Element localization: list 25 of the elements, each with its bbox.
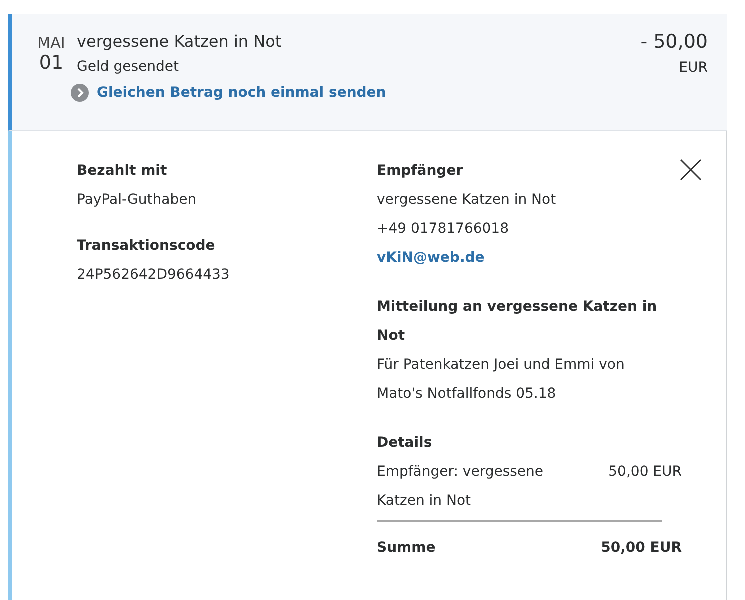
amount: - 50,00 (640, 30, 708, 54)
chevron-icon (71, 84, 89, 102)
currency: EUR (679, 59, 708, 78)
line-item: Empfänger: vergessene Katzen in Not (377, 463, 545, 511)
field-label: Transaktionscode (77, 237, 216, 256)
status-text: Geld gesendet (77, 58, 180, 77)
phone-number: +49 01781766018 (377, 220, 510, 239)
line-amount: 50,00 EUR (608, 463, 682, 482)
total-label: Summe (377, 539, 437, 558)
field-value: PayPal-Guthaben (77, 191, 198, 210)
date-month: MAI (38, 34, 66, 52)
repeat-payment-link[interactable]: Gleichen Betrag noch einmal senden (97, 85, 386, 101)
recipient-name: vergessene Katzen in Not (77, 31, 283, 53)
field-label: Empfänger (377, 162, 464, 181)
close-icon[interactable] (680, 159, 702, 181)
date-day: 01 (39, 52, 64, 74)
transaction-header[interactable]: MAI 01 vergessene Katzen in Not Geld gesendet Gleichen Betrag noch einmal senden - 50,00 EUR (8, 14, 727, 131)
field-value: 24P562642D9664433 (77, 266, 231, 285)
field-value: vergessene Katzen in Not (377, 191, 558, 210)
field-label: Bezahlt mit (77, 162, 168, 181)
total-amount: 50,00 EUR (601, 539, 682, 558)
field-label: Mitteilung an vergessene Katzen in Not (377, 298, 658, 346)
message-text: Für Patenkatzen Joei und Emmi von Mato's Notfallfonds 05.18 (377, 356, 626, 404)
field-label: Details (377, 434, 434, 453)
email-link[interactable]: vKiN@web.de (377, 244, 677, 273)
